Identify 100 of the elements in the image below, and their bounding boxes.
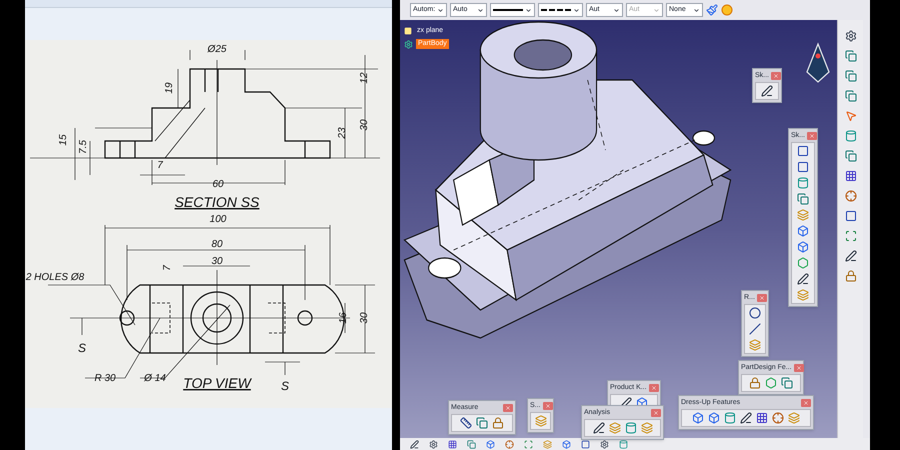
caret-icon (437, 6, 444, 14)
dimension-label: R 30 (94, 373, 116, 384)
copy-icon[interactable] (476, 417, 488, 429)
layers-icon[interactable] (749, 339, 761, 351)
copy-icon[interactable] (844, 50, 856, 62)
dimension-label: 2 HOLES Ø8 (26, 272, 84, 283)
dimension-label: 23 (337, 127, 348, 139)
cube-icon[interactable] (562, 440, 571, 448)
pen-icon[interactable] (592, 422, 604, 434)
close-icon (653, 410, 659, 416)
close-icon (758, 294, 765, 300)
dimension-label: 60 (212, 179, 224, 190)
dimension-label: 7 (157, 160, 163, 171)
dimension-label: 19 (164, 82, 175, 94)
cube-icon[interactable] (708, 412, 720, 424)
close-button[interactable] (542, 402, 553, 410)
caret-icon (525, 6, 532, 14)
dimension-label: 7.5 (78, 140, 89, 154)
cube-icon[interactable] (797, 225, 809, 237)
square-icon[interactable] (797, 161, 809, 173)
pen-icon[interactable] (797, 273, 809, 285)
square-icon[interactable] (581, 440, 590, 448)
lock-icon[interactable] (844, 270, 856, 282)
layers-icon[interactable] (534, 415, 546, 427)
cylinder-icon[interactable] (624, 422, 636, 434)
dash-style-dropdown[interactable] (538, 3, 583, 17)
close-button[interactable] (503, 404, 513, 412)
close-button[interactable] (771, 72, 782, 80)
settings-icon[interactable] (844, 30, 856, 42)
close-icon (773, 72, 780, 78)
line-icon[interactable] (749, 323, 761, 335)
grid-icon[interactable] (844, 170, 856, 182)
layers-icon[interactable] (608, 422, 620, 434)
dimension-label: 7 (162, 265, 173, 271)
section-mark: S (281, 379, 289, 393)
copy-icon[interactable] (844, 150, 856, 162)
dimension-label: 100 (210, 214, 226, 225)
layers-icon[interactable] (797, 209, 809, 221)
ball-icon[interactable] (721, 4, 733, 16)
lock-icon[interactable] (492, 417, 504, 429)
cube-icon[interactable] (797, 241, 809, 253)
close-button[interactable] (651, 408, 661, 416)
dimension-label: 12 (359, 72, 370, 84)
dimension-label: 15 (58, 134, 69, 146)
pointer-icon[interactable] (844, 110, 856, 122)
cylinder-icon[interactable] (797, 177, 809, 189)
pen-icon[interactable] (761, 85, 773, 97)
ruler-icon[interactable] (460, 417, 472, 429)
crosshair-icon[interactable] (505, 440, 514, 448)
cylinder-icon[interactable] (724, 412, 736, 424)
frame-icon[interactable] (524, 440, 533, 448)
brush-icon[interactable] (706, 4, 718, 16)
caret-icon (573, 6, 580, 14)
close-icon (505, 404, 511, 410)
hexagon-icon[interactable] (765, 377, 777, 389)
layers-icon[interactable] (543, 440, 552, 448)
caret-icon (613, 6, 620, 14)
crosshair-icon[interactable] (772, 412, 784, 424)
pen-icon[interactable] (844, 250, 856, 262)
close-button[interactable] (648, 384, 659, 392)
caret-icon (477, 6, 484, 14)
close-button[interactable] (801, 398, 811, 406)
frame-icon[interactable] (844, 230, 856, 242)
view-title: TOP VIEW (183, 375, 251, 391)
dimension-label: Ø25 (208, 44, 226, 55)
square-icon[interactable] (844, 210, 856, 222)
close-icon (544, 402, 551, 408)
dimension-label: 30 (359, 312, 370, 324)
pen-icon[interactable] (740, 412, 752, 424)
cylinder-icon[interactable] (619, 440, 628, 448)
close-button[interactable] (807, 132, 818, 140)
copy-icon[interactable] (844, 90, 856, 102)
caret-icon (693, 6, 700, 14)
cube-icon[interactable] (692, 412, 704, 424)
hexagon-icon[interactable] (797, 257, 809, 269)
close-icon (809, 132, 816, 138)
copy-icon[interactable] (467, 440, 476, 448)
plane-icon (404, 27, 412, 35)
square-icon[interactable] (797, 145, 809, 157)
copy-icon[interactable] (797, 193, 809, 205)
settings-icon[interactable] (429, 440, 438, 448)
grid-icon[interactable] (756, 412, 768, 424)
settings-icon[interactable] (600, 440, 609, 448)
grid-icon[interactable] (448, 440, 457, 448)
layers-icon[interactable] (797, 289, 809, 301)
line-style-dropdown[interactable] (490, 3, 535, 17)
dimension-label: Ø 14 (144, 373, 166, 384)
layers-icon[interactable] (788, 412, 800, 424)
cube-icon[interactable] (486, 440, 495, 448)
copy-icon[interactable] (781, 377, 793, 389)
crosshair-icon[interactable] (844, 190, 856, 202)
cylinder-icon[interactable] (844, 130, 856, 142)
copy-icon[interactable] (844, 70, 856, 82)
close-button[interactable] (794, 364, 804, 372)
section-title: SECTION SS (174, 194, 260, 210)
layers-icon[interactable] (640, 422, 652, 434)
pen-icon[interactable] (410, 440, 419, 448)
close-button[interactable] (756, 294, 767, 302)
lock-icon[interactable] (749, 377, 761, 389)
dot-icon[interactable] (749, 307, 761, 319)
